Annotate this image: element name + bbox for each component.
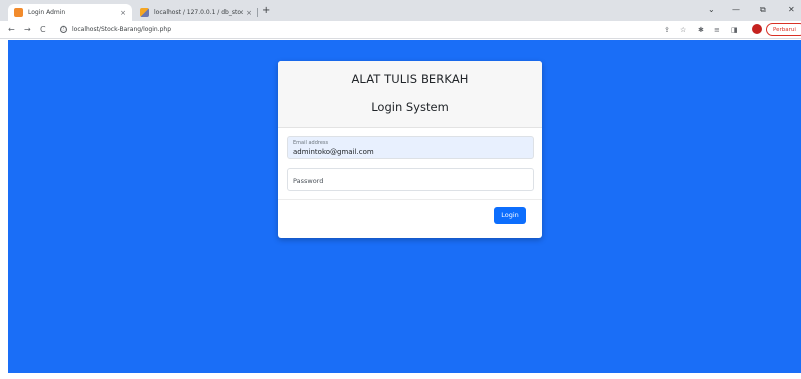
card-header: ALAT TULIS BERKAH Login System bbox=[278, 61, 542, 128]
profile-avatar-icon[interactable] bbox=[752, 24, 762, 34]
password-field[interactable]: Password bbox=[287, 168, 534, 191]
tab-close-icon[interactable]: × bbox=[246, 9, 252, 17]
login-button[interactable]: Login bbox=[494, 207, 526, 224]
tab-title: localhost / 127.0.0.1 / db_stockb bbox=[154, 9, 244, 16]
update-button[interactable]: Perbarui bbox=[766, 23, 801, 36]
email-label: Email address bbox=[293, 140, 329, 146]
email-value: admintoko@gmail.com bbox=[293, 148, 374, 156]
browser-toolbar: ← → C ⓘ localhost/Stock-Barang/login.php… bbox=[0, 21, 801, 39]
close-window-button[interactable]: ✕ bbox=[788, 5, 795, 14]
reading-list-icon[interactable]: ≡ bbox=[714, 25, 720, 35]
forward-icon[interactable]: → bbox=[24, 24, 31, 35]
tab-title: Login Admin bbox=[28, 9, 66, 16]
tab-login-admin[interactable]: Login Admin × bbox=[8, 4, 132, 21]
extensions-icon[interactable]: ✱ bbox=[698, 25, 704, 35]
address-bar[interactable]: ⓘ localhost/Stock-Barang/login.php bbox=[60, 23, 660, 36]
side-panel-icon[interactable]: ◨ bbox=[731, 25, 738, 35]
bottom-edge bbox=[0, 373, 801, 379]
restore-button[interactable]: ⧉ bbox=[760, 5, 766, 15]
tab-separator bbox=[257, 8, 258, 17]
site-info-icon[interactable]: ⓘ bbox=[60, 26, 67, 33]
page-viewport: ALAT TULIS BERKAH Login System Email add… bbox=[8, 40, 801, 373]
tab-strip: Login Admin × localhost / 127.0.0.1 / db… bbox=[0, 0, 801, 21]
back-icon[interactable]: ← bbox=[8, 24, 15, 35]
address-url: localhost/Stock-Barang/login.php bbox=[72, 26, 172, 33]
share-icon[interactable]: ⇪ bbox=[664, 25, 670, 35]
brand-title: ALAT TULIS BERKAH bbox=[351, 72, 469, 86]
tab-phpmyadmin[interactable]: localhost / 127.0.0.1 / db_stockb × bbox=[134, 4, 258, 21]
bookmark-star-icon[interactable]: ☆ bbox=[680, 25, 686, 35]
login-card: ALAT TULIS BERKAH Login System Email add… bbox=[278, 61, 542, 238]
minimize-button[interactable]: — bbox=[732, 5, 740, 14]
reload-icon[interactable]: C bbox=[40, 24, 46, 35]
password-placeholder: Password bbox=[293, 177, 324, 185]
login-system-title: Login System bbox=[371, 100, 449, 114]
card-divider bbox=[278, 199, 542, 200]
phpmyadmin-favicon-icon bbox=[140, 8, 149, 17]
email-field[interactable]: Email address admintoko@gmail.com bbox=[287, 136, 534, 159]
tab-close-icon[interactable]: × bbox=[120, 9, 126, 17]
login-favicon-icon bbox=[14, 8, 23, 17]
new-tab-button[interactable]: + bbox=[262, 5, 270, 17]
tab-search-icon[interactable]: ⌄ bbox=[708, 5, 715, 14]
